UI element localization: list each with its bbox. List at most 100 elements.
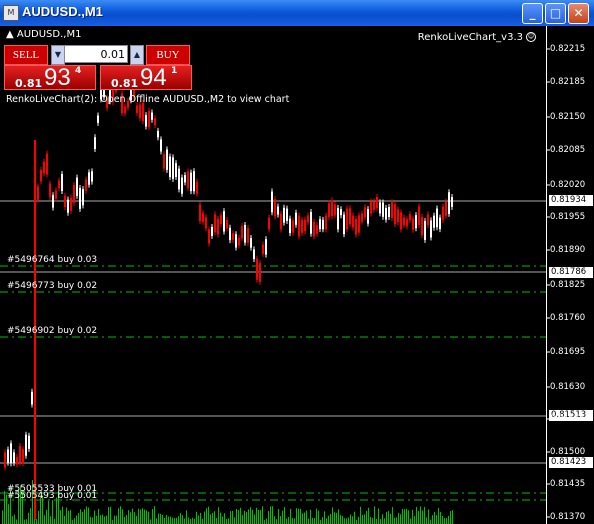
lot-decrease-button[interactable]: ▼	[51, 45, 65, 65]
volume-bar	[92, 517, 93, 524]
volume-bar	[382, 514, 383, 524]
volume-bar	[132, 508, 133, 524]
volume-bar	[346, 518, 347, 524]
candle-body	[73, 184, 75, 203]
volume-bar	[50, 516, 51, 524]
candle-body	[256, 258, 258, 280]
indicator-notice: RenkoLiveChart(2): Open Offline AUDUSD.,…	[6, 94, 290, 105]
candle-body	[292, 220, 294, 233]
price-scale-label: 0.81565	[550, 414, 586, 424]
volume-bar	[348, 517, 349, 524]
volume-bar	[62, 506, 63, 524]
volume-bar	[124, 517, 125, 524]
candle-body	[439, 217, 441, 230]
candle-body	[409, 214, 411, 221]
volume-bar	[284, 507, 285, 524]
volume-bar	[82, 511, 83, 524]
candle-body	[235, 234, 237, 248]
volume-bar	[140, 509, 141, 524]
volume-bar	[398, 512, 399, 524]
price-scale-label: 0.81825	[550, 280, 586, 290]
volume-bar	[282, 510, 283, 524]
candle-body	[13, 452, 15, 463]
volume-bar	[240, 507, 241, 524]
candle-body	[316, 225, 318, 234]
candle-body	[373, 201, 375, 210]
volume-bar	[450, 511, 451, 524]
volume-bar	[274, 516, 275, 524]
candle-body	[259, 263, 261, 282]
candle-body	[208, 229, 210, 244]
sell-price-box[interactable]: 0.81 93 4	[4, 64, 96, 91]
candle-body	[37, 186, 39, 200]
volume-bar	[234, 517, 235, 524]
volume-bar	[246, 511, 247, 524]
candle-body	[217, 218, 219, 235]
volume-bar	[38, 510, 39, 524]
volume-bar	[384, 518, 385, 524]
candle-body	[181, 177, 183, 194]
volume-bar	[174, 517, 175, 524]
volume-bar	[138, 508, 139, 524]
volume-bar	[424, 506, 425, 524]
candle-body	[271, 191, 273, 213]
order-label-5[interactable]: #5505493 buy 0.01	[7, 491, 97, 501]
candle-body	[4, 452, 6, 468]
volume-bar	[148, 511, 149, 524]
candle-body	[358, 215, 360, 233]
candle-body	[166, 149, 168, 170]
candle-body	[214, 214, 216, 233]
candle-body	[142, 103, 144, 122]
order-label-2[interactable]: #5496773 buy 0.02	[7, 281, 97, 291]
volume-bar	[350, 514, 351, 524]
volume-bar	[134, 512, 135, 524]
volume-bar	[248, 509, 249, 524]
lot-size-input[interactable]: 0.01	[64, 45, 128, 63]
volume-bar	[162, 514, 163, 524]
volume-bar	[418, 511, 419, 524]
volume-bar	[264, 519, 265, 524]
price-scale-label: 0.82020	[550, 180, 586, 190]
candle-body	[40, 170, 42, 182]
volume-bar	[294, 518, 295, 524]
volume-bar	[430, 519, 431, 524]
volume-bar	[146, 510, 147, 524]
volume-bar	[44, 515, 45, 524]
candle-body	[403, 217, 405, 226]
buy-button[interactable]: BUY	[146, 45, 190, 65]
volume-bar	[34, 519, 35, 524]
indicator-label: RenkoLiveChart_v3.3 ☺	[417, 32, 536, 43]
volume-bar	[314, 518, 315, 524]
candle-body	[436, 208, 438, 228]
volume-bar	[432, 515, 433, 524]
order-label-1[interactable]: #5496764 buy 0.03	[7, 255, 97, 265]
volume-bar	[104, 516, 105, 524]
candle-body	[325, 215, 327, 230]
sell-button[interactable]: SELL	[4, 45, 48, 65]
candle-body	[79, 188, 81, 209]
buy-price-box[interactable]: 0.81 94 1	[100, 64, 192, 91]
volume-bar	[390, 513, 391, 524]
volume-bar	[392, 507, 393, 524]
volume-bar	[48, 501, 49, 524]
volume-bar	[426, 517, 427, 524]
volume-bar	[14, 514, 15, 524]
volume-bar	[214, 511, 215, 524]
volume-bar	[340, 515, 341, 524]
candle-body	[424, 221, 426, 240]
volume-bar	[358, 516, 359, 524]
candle-body	[364, 207, 366, 218]
volume-bar	[100, 515, 101, 524]
volume-bar	[338, 509, 339, 524]
volume-bar	[98, 508, 99, 524]
volume-bar	[212, 512, 213, 524]
lot-increase-button[interactable]: ▲	[130, 45, 144, 65]
candle-body	[22, 449, 24, 464]
candle-body	[193, 171, 195, 192]
volume-bar	[80, 509, 81, 524]
volume-bar	[302, 513, 303, 524]
order-label-3[interactable]: #5496902 buy 0.02	[7, 326, 97, 336]
candle-body	[85, 179, 87, 191]
volume-bar	[444, 517, 445, 524]
candle-body	[286, 208, 288, 221]
